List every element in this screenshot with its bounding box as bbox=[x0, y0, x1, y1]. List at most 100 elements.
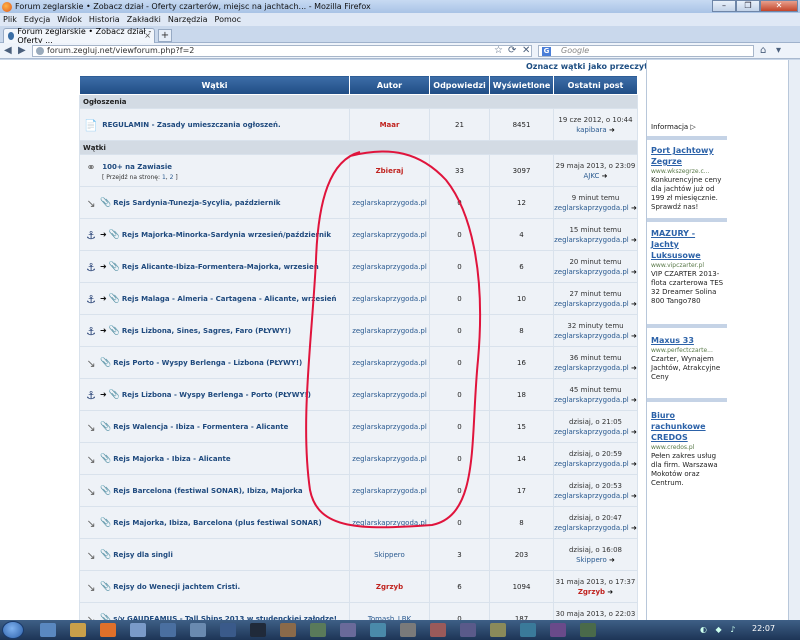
topic-author[interactable]: zeglarskaprzygoda.pl bbox=[349, 410, 430, 443]
url-bar[interactable]: forum.zegluj.net/viewforum.php?f=2 bbox=[32, 45, 532, 57]
bookmarks-menu-icon[interactable]: ▾ bbox=[776, 45, 781, 57]
last-post-author[interactable]: zeglarskaprzygoda.pl bbox=[554, 524, 629, 532]
go-to-last-post-icon[interactable]: ➜ bbox=[607, 588, 613, 596]
tab-forum[interactable]: Forum zeglarskie • Zobacz dział - Oferty… bbox=[3, 27, 155, 45]
go-to-last-post-icon[interactable]: ➜ bbox=[631, 524, 637, 532]
topic-title-link[interactable]: REGULAMIN - Zasady umieszczania ogłoszeń… bbox=[102, 121, 280, 129]
topic-title-link[interactable]: Rejs Majorka-Minorka-Sardynia wrzesień/p… bbox=[122, 231, 331, 239]
bookmark-star-icon[interactable]: ☆ bbox=[494, 45, 503, 57]
maximize-button[interactable]: ❐ bbox=[736, 0, 760, 12]
taskbar-app-icon[interactable] bbox=[520, 623, 536, 637]
last-post-author[interactable]: zeglarskaprzygoda.pl bbox=[554, 396, 629, 404]
taskbar-app-icon[interactable] bbox=[160, 623, 176, 637]
topic-author[interactable]: Zgrzyb bbox=[349, 570, 430, 603]
topic-author[interactable]: Maar bbox=[349, 108, 430, 141]
taskbar-app-icon[interactable] bbox=[250, 623, 266, 637]
mark-topics-read-link[interactable]: Oznacz wątki jako przeczytane bbox=[526, 62, 664, 71]
topic-title-link[interactable]: Rejs Majorka, Ibiza, Barcelona (plus fes… bbox=[113, 519, 321, 527]
taskbar-app-icon[interactable] bbox=[370, 623, 386, 637]
topic-title-link[interactable]: Rejs Sardynia-Tunezja-Sycylia, październ… bbox=[113, 199, 280, 207]
home-icon[interactable]: ⌂ bbox=[760, 45, 766, 57]
go-to-last-post-icon[interactable]: ➜ bbox=[609, 556, 615, 564]
taskbar-app-icon[interactable] bbox=[550, 623, 566, 637]
go-to-last-post-icon[interactable]: ➜ bbox=[631, 492, 637, 500]
last-post-author[interactable]: zeglarskaprzygoda.pl bbox=[554, 428, 629, 436]
ad-credos[interactable]: Biuro rachunkowe CREDOS www.credos.pl Pe… bbox=[651, 410, 725, 488]
menu-edit[interactable]: Edycja bbox=[24, 15, 50, 24]
taskbar-app-icon[interactable] bbox=[490, 623, 506, 637]
go-to-last-post-icon[interactable]: ➜ bbox=[602, 172, 608, 180]
go-to-last-post-icon[interactable]: ➜ bbox=[631, 332, 637, 340]
topic-author[interactable]: zeglarskaprzygoda.pl bbox=[349, 282, 430, 315]
go-to-last-post-icon[interactable]: ➜ bbox=[631, 364, 637, 372]
topic-author[interactable]: zeglarskaprzygoda.pl bbox=[349, 186, 430, 219]
ad-maxus[interactable]: Maxus 33 www.perfectczarte... Czarter, W… bbox=[651, 335, 725, 382]
topic-author[interactable]: zeglarskaprzygoda.pl bbox=[349, 250, 430, 283]
page-link-1[interactable]: 1 bbox=[162, 174, 166, 181]
taskbar-app-icon[interactable] bbox=[310, 623, 326, 637]
topic-title-link[interactable]: Rejs Lizbona - Wyspy Berlenga - Porto (P… bbox=[122, 391, 311, 399]
topic-title-link[interactable]: Rejsy do Wenecji jachtem Cristi. bbox=[113, 583, 240, 591]
go-to-last-post-icon[interactable]: ➜ bbox=[609, 126, 615, 134]
go-to-last-post-icon[interactable]: ➜ bbox=[631, 300, 637, 308]
last-post-author[interactable]: zeglarskaprzygoda.pl bbox=[554, 460, 629, 468]
back-icon[interactable]: ◀ bbox=[4, 45, 12, 57]
folder-icon[interactable] bbox=[70, 623, 86, 637]
taskbar-app-icon[interactable] bbox=[220, 623, 236, 637]
taskbar-app-icon[interactable] bbox=[430, 623, 446, 637]
last-post-author[interactable]: Skippero bbox=[576, 556, 607, 564]
last-post-author[interactable]: zeglarskaprzygoda.pl bbox=[554, 268, 629, 276]
taskbar-app-icon[interactable] bbox=[40, 623, 56, 637]
topic-title-link[interactable]: Rejs Malaga - Almeria - Cartagena - Alic… bbox=[122, 295, 337, 303]
go-to-new-post-icon[interactable]: ➜ bbox=[100, 294, 107, 303]
go-to-last-post-icon[interactable]: ➜ bbox=[631, 460, 637, 468]
go-to-last-post-icon[interactable]: ➜ bbox=[631, 268, 637, 276]
ads-info-label[interactable]: Informacja ▷ bbox=[651, 123, 696, 131]
topic-author[interactable]: zeglarskaprzygoda.pl bbox=[349, 314, 430, 347]
system-tray-icons[interactable]: ◐ ◆ ♪ bbox=[700, 625, 738, 634]
topic-author[interactable]: zeglarskaprzygoda.pl bbox=[349, 378, 430, 411]
menu-file[interactable]: Plik bbox=[3, 15, 17, 24]
go-to-new-post-icon[interactable]: ➜ bbox=[100, 390, 107, 399]
minimize-button[interactable]: – bbox=[712, 0, 736, 12]
page-link-2[interactable]: 2 bbox=[170, 174, 174, 181]
topic-author[interactable]: zeglarskaprzygoda.pl bbox=[349, 442, 430, 475]
reload-icon[interactable]: ⟳ bbox=[508, 45, 516, 57]
topic-author[interactable]: zeglarskaprzygoda.pl bbox=[349, 474, 430, 507]
taskbar-clock[interactable]: 22:07 bbox=[752, 624, 775, 633]
go-to-last-post-icon[interactable]: ➜ bbox=[631, 236, 637, 244]
topic-title-link[interactable]: Rejs Majorka - Ibiza - Alicante bbox=[113, 455, 230, 463]
taskbar-app-icon[interactable] bbox=[130, 623, 146, 637]
new-tab-button[interactable]: + bbox=[158, 29, 172, 42]
taskbar-app-icon[interactable] bbox=[340, 623, 356, 637]
topic-author[interactable]: zeglarskaprzygoda.pl bbox=[349, 506, 430, 539]
last-post-author[interactable]: zeglarskaprzygoda.pl bbox=[554, 236, 629, 244]
go-to-last-post-icon[interactable]: ➜ bbox=[631, 396, 637, 404]
taskbar-app-icon[interactable] bbox=[460, 623, 476, 637]
search-box[interactable]: G Google bbox=[538, 45, 754, 57]
go-to-new-post-icon[interactable]: ➜ bbox=[100, 230, 107, 239]
menu-history[interactable]: Historia bbox=[89, 15, 120, 24]
start-button[interactable] bbox=[2, 621, 24, 639]
topic-author[interactable]: zeglarskaprzygoda.pl bbox=[349, 218, 430, 251]
menu-help[interactable]: Pomoc bbox=[215, 15, 242, 24]
menu-tools[interactable]: Narzędzia bbox=[168, 15, 208, 24]
ad-mazury[interactable]: MAZURY - Jachty Luksusowe www.vipczarter… bbox=[651, 228, 725, 306]
topic-title-link[interactable]: Rejs Barcelona (festiwal SONAR), Ibiza, … bbox=[113, 487, 302, 495]
taskbar-app-icon[interactable] bbox=[400, 623, 416, 637]
menu-view[interactable]: Widok bbox=[57, 15, 82, 24]
firefox-taskbar-icon[interactable] bbox=[100, 623, 116, 637]
topic-title-link[interactable]: Rejsy dla singli bbox=[113, 551, 173, 559]
ad-port-zegrze[interactable]: Port Jachtowy Zegrze www.wkszegrze.c... … bbox=[651, 145, 725, 212]
stop-icon[interactable]: ✕ bbox=[522, 45, 530, 57]
menu-bookmarks[interactable]: Zakładki bbox=[127, 15, 161, 24]
topic-title-link[interactable]: Rejs Alicante-Ibiza-Formentera-Majorka, … bbox=[122, 263, 319, 271]
ad-title[interactable]: Port Jachtowy Zegrze bbox=[651, 145, 725, 167]
go-to-new-post-icon[interactable]: ➜ bbox=[100, 326, 107, 335]
topic-author[interactable]: Tomash_LBK bbox=[349, 602, 430, 620]
close-button[interactable]: ✕ bbox=[760, 0, 798, 12]
last-post-author[interactable]: zeglarskaprzygoda.pl bbox=[554, 364, 629, 372]
topic-title-link[interactable]: Rejs Lizbona, Sines, Sagres, Faro (PŁYWY… bbox=[122, 327, 291, 335]
tab-close-icon[interactable]: × bbox=[144, 31, 151, 40]
topic-author[interactable]: zeglarskaprzygoda.pl bbox=[349, 346, 430, 379]
